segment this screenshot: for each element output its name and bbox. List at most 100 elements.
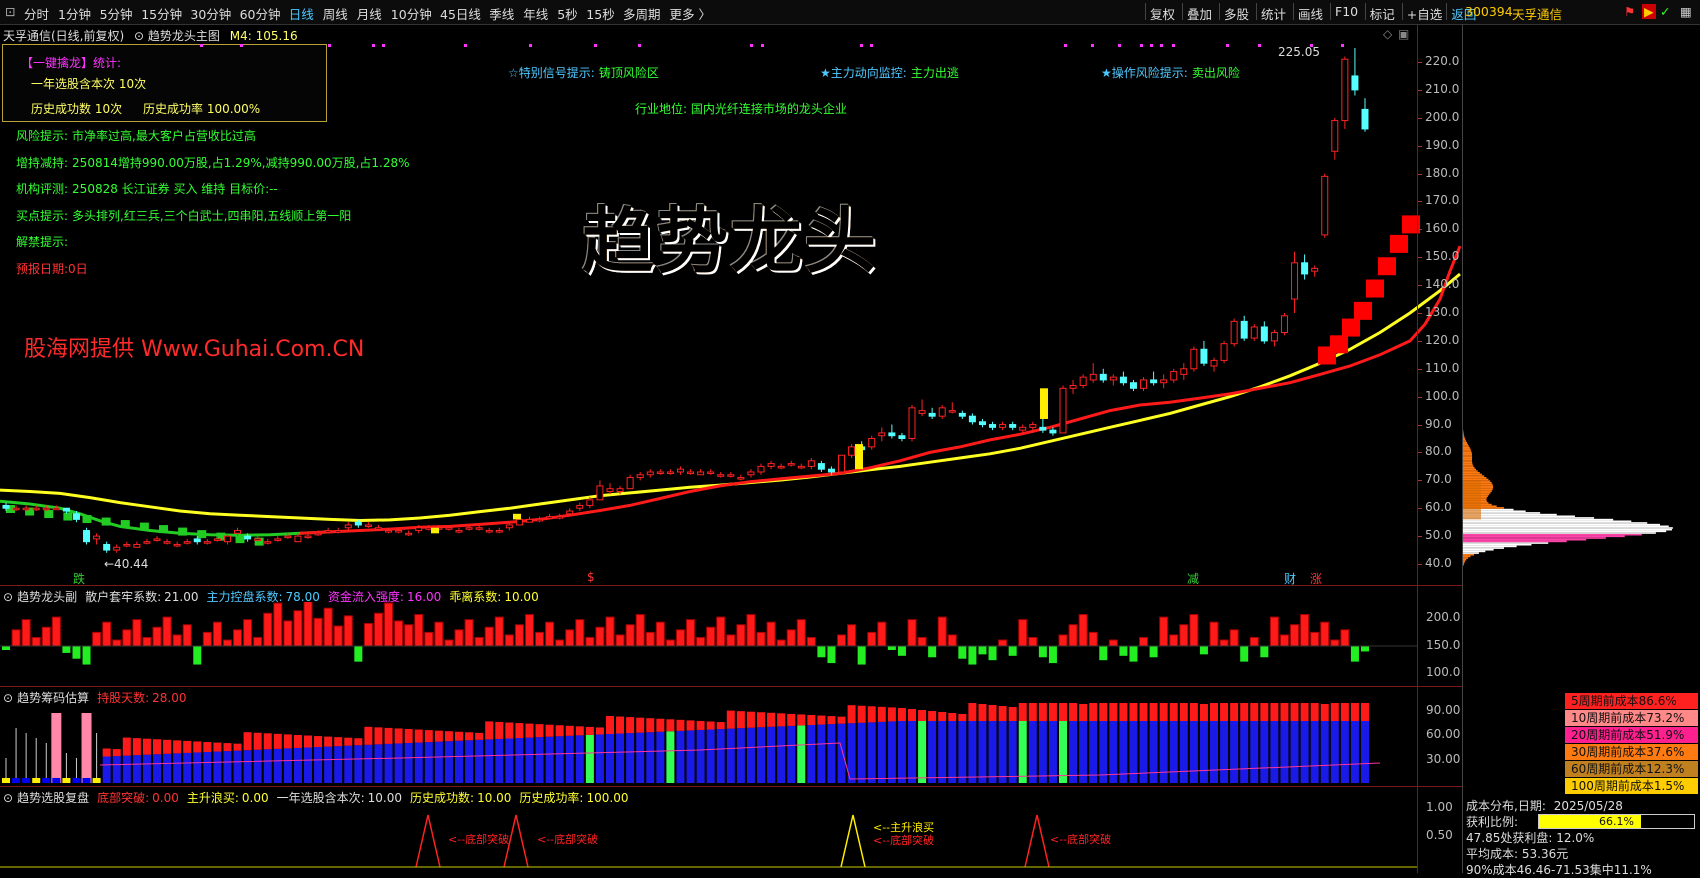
toolbar-btn-3[interactable]: 统计 [1261, 4, 1286, 23]
candle-body [1161, 380, 1167, 383]
sub1-bar-green [83, 646, 91, 665]
period-13[interactable]: 5秒 [557, 4, 577, 23]
sub1-bar-green [354, 646, 362, 662]
candle-body [1362, 109, 1368, 129]
sub2-blue-bar [948, 721, 956, 783]
toolbar-menu-icon[interactable]: ⊡ [5, 4, 15, 19]
sub1-bar-red [173, 635, 181, 646]
toolbar-btn-6[interactable]: 标记 [1370, 4, 1395, 23]
chip-profile-bar [1463, 517, 1594, 519]
sub1-bar-green [1049, 646, 1057, 663]
candle-body [537, 519, 543, 521]
signal-dot [382, 44, 385, 47]
toolbar-separator [1330, 3, 1331, 20]
period-6[interactable]: 日线 [289, 4, 314, 23]
sub2-red-bar [948, 713, 956, 721]
candle-body [365, 525, 371, 527]
candle-body [104, 544, 110, 550]
sub2-red-bar [1301, 703, 1309, 721]
chip-profile-bar [1463, 529, 1672, 531]
chart-tool-icon[interactable]: ✓ [1660, 4, 1670, 19]
toolbar-btn-2[interactable]: 多股 [1224, 4, 1249, 23]
sub2-red-bar [415, 730, 423, 743]
toolbar-btn-0[interactable]: 复权 [1150, 4, 1175, 23]
candle-body [839, 455, 845, 472]
sub2-red-bar [1291, 703, 1299, 721]
sub2-red-bar [153, 739, 161, 754]
signal-dot [750, 44, 753, 47]
period-14[interactable]: 15秒 [586, 4, 614, 23]
sub2-base-bar [12, 778, 20, 783]
candle-body [194, 539, 200, 542]
sub2-red-bar [1190, 703, 1198, 721]
play-icon[interactable]: ▶ [1642, 4, 1656, 19]
sub1-bar-red [294, 611, 302, 646]
candle-body [869, 439, 875, 447]
period-7[interactable]: 周线 [323, 4, 348, 23]
sub2-blue-bar [827, 724, 835, 783]
candle-body [1332, 121, 1338, 152]
chip-profile-bar [1463, 460, 1472, 462]
sub2-blue-bar [213, 752, 221, 783]
sub1-bar-red [234, 630, 242, 646]
candle-body [1241, 321, 1247, 338]
candle-body [1151, 380, 1157, 383]
signal-dot [860, 44, 863, 47]
cost-row-2: 20周期前成本51.9% [1565, 727, 1698, 743]
signal-dot [594, 44, 597, 47]
candle-body [677, 469, 683, 472]
sub2-red-bar [1220, 703, 1228, 721]
chip-profile-bar [1463, 562, 1464, 564]
period-0[interactable]: 分时 [24, 4, 49, 23]
chip-profile-bar [1463, 475, 1484, 477]
sub2-red-bar [103, 749, 111, 757]
sub2-red-bar [314, 736, 322, 747]
candle-body [114, 547, 120, 550]
candle-body [73, 514, 79, 520]
candle-body [597, 486, 603, 500]
period-8[interactable]: 月线 [357, 4, 382, 23]
flag-icon[interactable]: ⚑ [1624, 4, 1635, 19]
period-3[interactable]: 15分钟 [141, 4, 182, 23]
period-2[interactable]: 5分钟 [100, 4, 133, 23]
toolbar-btn-5[interactable]: F10 [1335, 4, 1358, 19]
sub2-red-bar [455, 732, 463, 741]
candle-body [214, 539, 220, 541]
sub2-base-bar [72, 778, 80, 783]
marker-1: $ [587, 570, 595, 584]
period-1[interactable]: 1分钟 [58, 4, 91, 23]
grid-icon[interactable]: ▦ [1680, 4, 1692, 19]
sub1-bar-red [32, 637, 40, 646]
period-15[interactable]: 多周期 [623, 4, 661, 23]
sub2-blue-bar [737, 728, 745, 783]
period-5[interactable]: 60分钟 [240, 4, 281, 23]
sub2-blue-bar [364, 745, 372, 783]
sub2-red-bar [435, 731, 443, 742]
period-9[interactable]: 10分钟 [391, 4, 432, 23]
sub2-red-bar [646, 718, 654, 732]
trend-block-green [178, 528, 187, 536]
price-tick-16: 60.0 [1425, 500, 1452, 514]
sub1-bar-red [878, 622, 886, 646]
toolbar-btn-1[interactable]: 叠加 [1187, 4, 1212, 23]
price-tick-7: 150.0 [1425, 249, 1459, 263]
sub2-blue-bar [938, 721, 946, 783]
toolbar-btn-7[interactable]: +自选 [1407, 4, 1442, 23]
period-4[interactable]: 30分钟 [190, 4, 231, 23]
sub2-blue-bar [556, 736, 564, 783]
sub1-bar-red [274, 603, 282, 646]
candle-body [657, 472, 663, 474]
period-11[interactable]: 季线 [489, 4, 514, 23]
period-10[interactable]: 45日线 [440, 4, 481, 23]
sub2-blue-bar [1180, 721, 1188, 783]
candle-body [577, 505, 583, 508]
sub1-bar-green [858, 646, 866, 665]
sub2-base-bar [32, 778, 40, 783]
toolbar-btn-4[interactable]: 画线 [1298, 4, 1323, 23]
trend-block-green [236, 535, 245, 543]
price-tick-3: 190.0 [1425, 138, 1459, 152]
period-12[interactable]: 年线 [523, 4, 548, 23]
period-16[interactable]: 更多 〉 [670, 4, 711, 23]
sub2-red-bar [1341, 703, 1349, 721]
sub3-annotation: <--底部突破 [448, 832, 509, 846]
